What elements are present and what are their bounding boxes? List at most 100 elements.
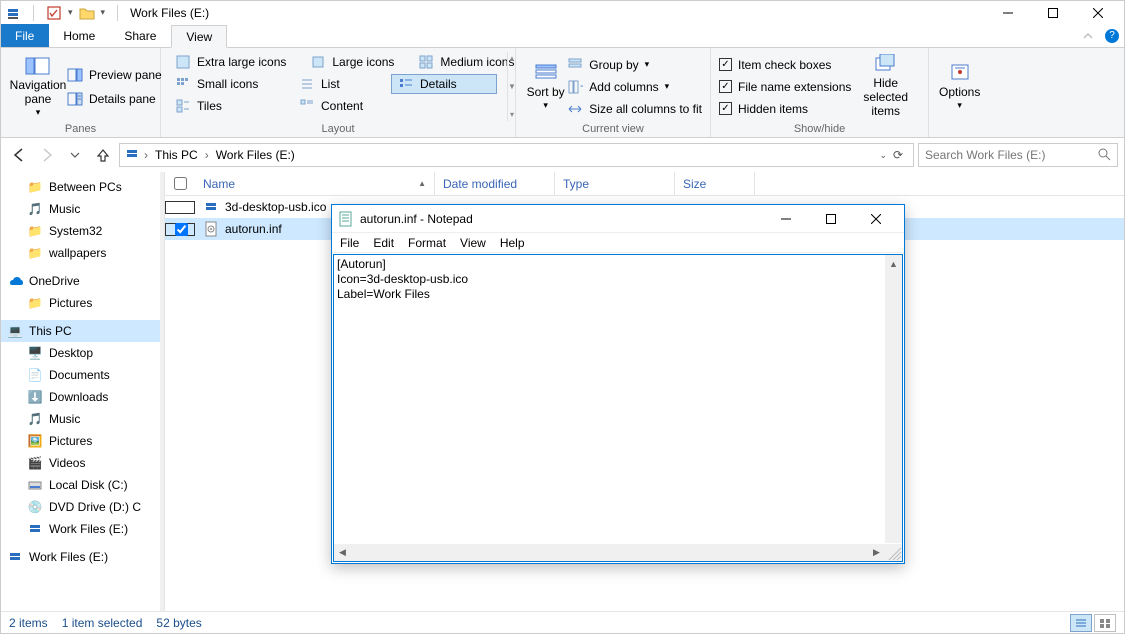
tree-this-pc[interactable]: 💻This PC xyxy=(1,320,160,342)
status-size: 52 bytes xyxy=(156,616,201,630)
notepad-menu-edit[interactable]: Edit xyxy=(373,236,394,250)
notepad-maximize-button[interactable] xyxy=(808,207,853,230)
tab-view[interactable]: View xyxy=(171,25,227,48)
item-check-boxes-toggle[interactable]: Item check boxes xyxy=(719,54,851,76)
documents-icon: 📄 xyxy=(27,367,43,383)
options-button[interactable]: Options▾ xyxy=(937,52,982,121)
downloads-icon: ⬇️ xyxy=(27,389,43,405)
address-bar[interactable]: › This PC › Work Files (E:) ⌄ ⟳ xyxy=(119,143,914,167)
notepad-horizontal-scrollbar[interactable]: ◀▶ xyxy=(334,544,885,561)
close-button[interactable] xyxy=(1075,1,1120,24)
tab-file[interactable]: File xyxy=(1,24,49,47)
notepad-menu-format[interactable]: Format xyxy=(408,236,446,250)
group-current-view-label: Current view xyxy=(524,121,702,135)
forward-button[interactable] xyxy=(35,143,59,167)
row-checkbox[interactable] xyxy=(175,223,188,236)
tree-system32[interactable]: 📁System32 xyxy=(1,220,160,242)
layout-content[interactable]: Content xyxy=(293,96,379,116)
navigation-pane-button[interactable]: Navigation pane ▾ xyxy=(9,52,67,121)
navigation-tree: 📁Between PCs 🎵Music 📁System32 📁wallpaper… xyxy=(1,172,165,611)
tree-videos[interactable]: 🎬Videos xyxy=(1,452,160,474)
up-button[interactable] xyxy=(91,143,115,167)
minimize-button[interactable] xyxy=(985,1,1030,24)
tab-share[interactable]: Share xyxy=(110,24,171,47)
tree-work-files-root[interactable]: Work Files (E:) xyxy=(1,546,160,568)
layout-more[interactable]: ▾ xyxy=(508,110,516,119)
tree-onedrive[interactable]: OneDrive xyxy=(1,270,160,292)
layout-small[interactable]: Small icons xyxy=(169,74,281,94)
back-button[interactable] xyxy=(7,143,31,167)
usb-drive-icon xyxy=(7,549,23,565)
address-dropdown[interactable]: ⌄ xyxy=(879,150,887,161)
notepad-text-area[interactable]: [Autorun] Icon=3d-desktop-usb.ico Label=… xyxy=(333,254,903,562)
details-view-toggle[interactable] xyxy=(1070,614,1092,632)
column-type[interactable]: Type xyxy=(555,172,675,195)
chevron-right-icon[interactable]: › xyxy=(140,148,152,162)
app-icon xyxy=(5,5,21,21)
chevron-right-icon[interactable]: › xyxy=(201,148,213,162)
help-button[interactable]: ? xyxy=(1100,24,1124,47)
layout-details[interactable]: Details xyxy=(391,74,497,94)
layout-extra-large[interactable]: Extra large icons xyxy=(169,52,292,72)
tree-local-disk[interactable]: Local Disk (C:) xyxy=(1,474,160,496)
notepad-menu-help[interactable]: Help xyxy=(500,236,525,250)
tree-scrollbar[interactable] xyxy=(160,172,164,611)
column-date[interactable]: Date modified xyxy=(435,172,555,195)
hidden-items-toggle[interactable]: Hidden items xyxy=(719,98,851,120)
layout-scroll-down[interactable]: ▼ xyxy=(508,82,516,91)
qat-divider-2 xyxy=(117,5,118,21)
tree-work-files[interactable]: Work Files (E:) xyxy=(1,518,160,540)
select-all-checkbox[interactable] xyxy=(174,177,187,190)
preview-pane-button[interactable]: Preview pane xyxy=(67,64,162,86)
recent-locations-button[interactable] xyxy=(63,143,87,167)
navigation-pane-label: Navigation pane xyxy=(10,79,67,107)
tab-home[interactable]: Home xyxy=(49,24,110,47)
details-pane-button[interactable]: Details pane xyxy=(67,88,162,110)
file-name-extensions-toggle[interactable]: File name extensions xyxy=(719,76,851,98)
tree-pictures-onedrive[interactable]: 📁Pictures xyxy=(1,292,160,314)
notepad-titlebar[interactable]: autorun.inf - Notepad xyxy=(332,205,904,233)
minimize-ribbon-chevron[interactable] xyxy=(1076,24,1100,47)
notepad-minimize-button[interactable] xyxy=(763,207,808,230)
tree-documents[interactable]: 📄Documents xyxy=(1,364,160,386)
onedrive-icon xyxy=(7,273,23,289)
hide-selected-button[interactable]: Hide selected items xyxy=(851,52,920,121)
notepad-close-button[interactable] xyxy=(853,207,898,230)
add-columns-button[interactable]: +Add columns▾ xyxy=(567,76,702,98)
column-name[interactable]: Name▲ xyxy=(195,172,435,195)
group-by-button[interactable]: Group by▾ xyxy=(567,54,702,76)
layout-scroll-up[interactable]: ▲ xyxy=(508,54,516,63)
notepad-resize-grip[interactable] xyxy=(885,544,902,561)
layout-large[interactable]: Large icons xyxy=(304,52,400,72)
tree-music-quick[interactable]: 🎵Music xyxy=(1,198,160,220)
layout-tiles[interactable]: Tiles xyxy=(169,96,281,116)
tree-downloads[interactable]: ⬇️Downloads xyxy=(1,386,160,408)
qat-properties-icon[interactable] xyxy=(46,5,62,21)
tree-music[interactable]: 🎵Music xyxy=(1,408,160,430)
maximize-button[interactable] xyxy=(1030,1,1075,24)
tree-pictures[interactable]: 🖼️Pictures xyxy=(1,430,160,452)
refresh-button[interactable]: ⟳ xyxy=(887,148,909,162)
large-icons-view-toggle[interactable] xyxy=(1094,614,1116,632)
tree-wallpapers[interactable]: 📁wallpapers xyxy=(1,242,160,264)
search-box[interactable]: Search Work Files (E:) xyxy=(918,143,1118,167)
status-bar: 2 items 1 item selected 52 bytes xyxy=(1,611,1124,633)
status-selected: 1 item selected xyxy=(62,616,143,630)
notepad-vertical-scrollbar[interactable]: ▲ xyxy=(885,255,902,543)
qat-new-folder-icon[interactable] xyxy=(79,5,95,21)
breadcrumb-current[interactable]: Work Files (E:) xyxy=(213,148,298,162)
layout-list[interactable]: List xyxy=(293,74,379,94)
notepad-menu-view[interactable]: View xyxy=(460,236,486,250)
size-all-columns-button[interactable]: Size all columns to fit xyxy=(567,98,702,120)
dvd-icon: 💿 xyxy=(27,499,43,515)
tree-dvd-drive[interactable]: 💿DVD Drive (D:) C xyxy=(1,496,160,518)
column-size[interactable]: Size xyxy=(675,172,755,195)
tree-between-pcs[interactable]: 📁Between PCs xyxy=(1,176,160,198)
notepad-menu-file[interactable]: File xyxy=(340,236,359,250)
group-show-hide-label: Show/hide xyxy=(719,121,920,135)
usb-drive-icon xyxy=(27,521,43,537)
layout-medium[interactable]: Medium icons xyxy=(412,52,520,72)
tree-desktop[interactable]: 🖥️Desktop xyxy=(1,342,160,364)
sort-by-button[interactable]: Sort by▾ xyxy=(524,52,567,121)
breadcrumb-this-pc[interactable]: This PC xyxy=(152,148,201,162)
